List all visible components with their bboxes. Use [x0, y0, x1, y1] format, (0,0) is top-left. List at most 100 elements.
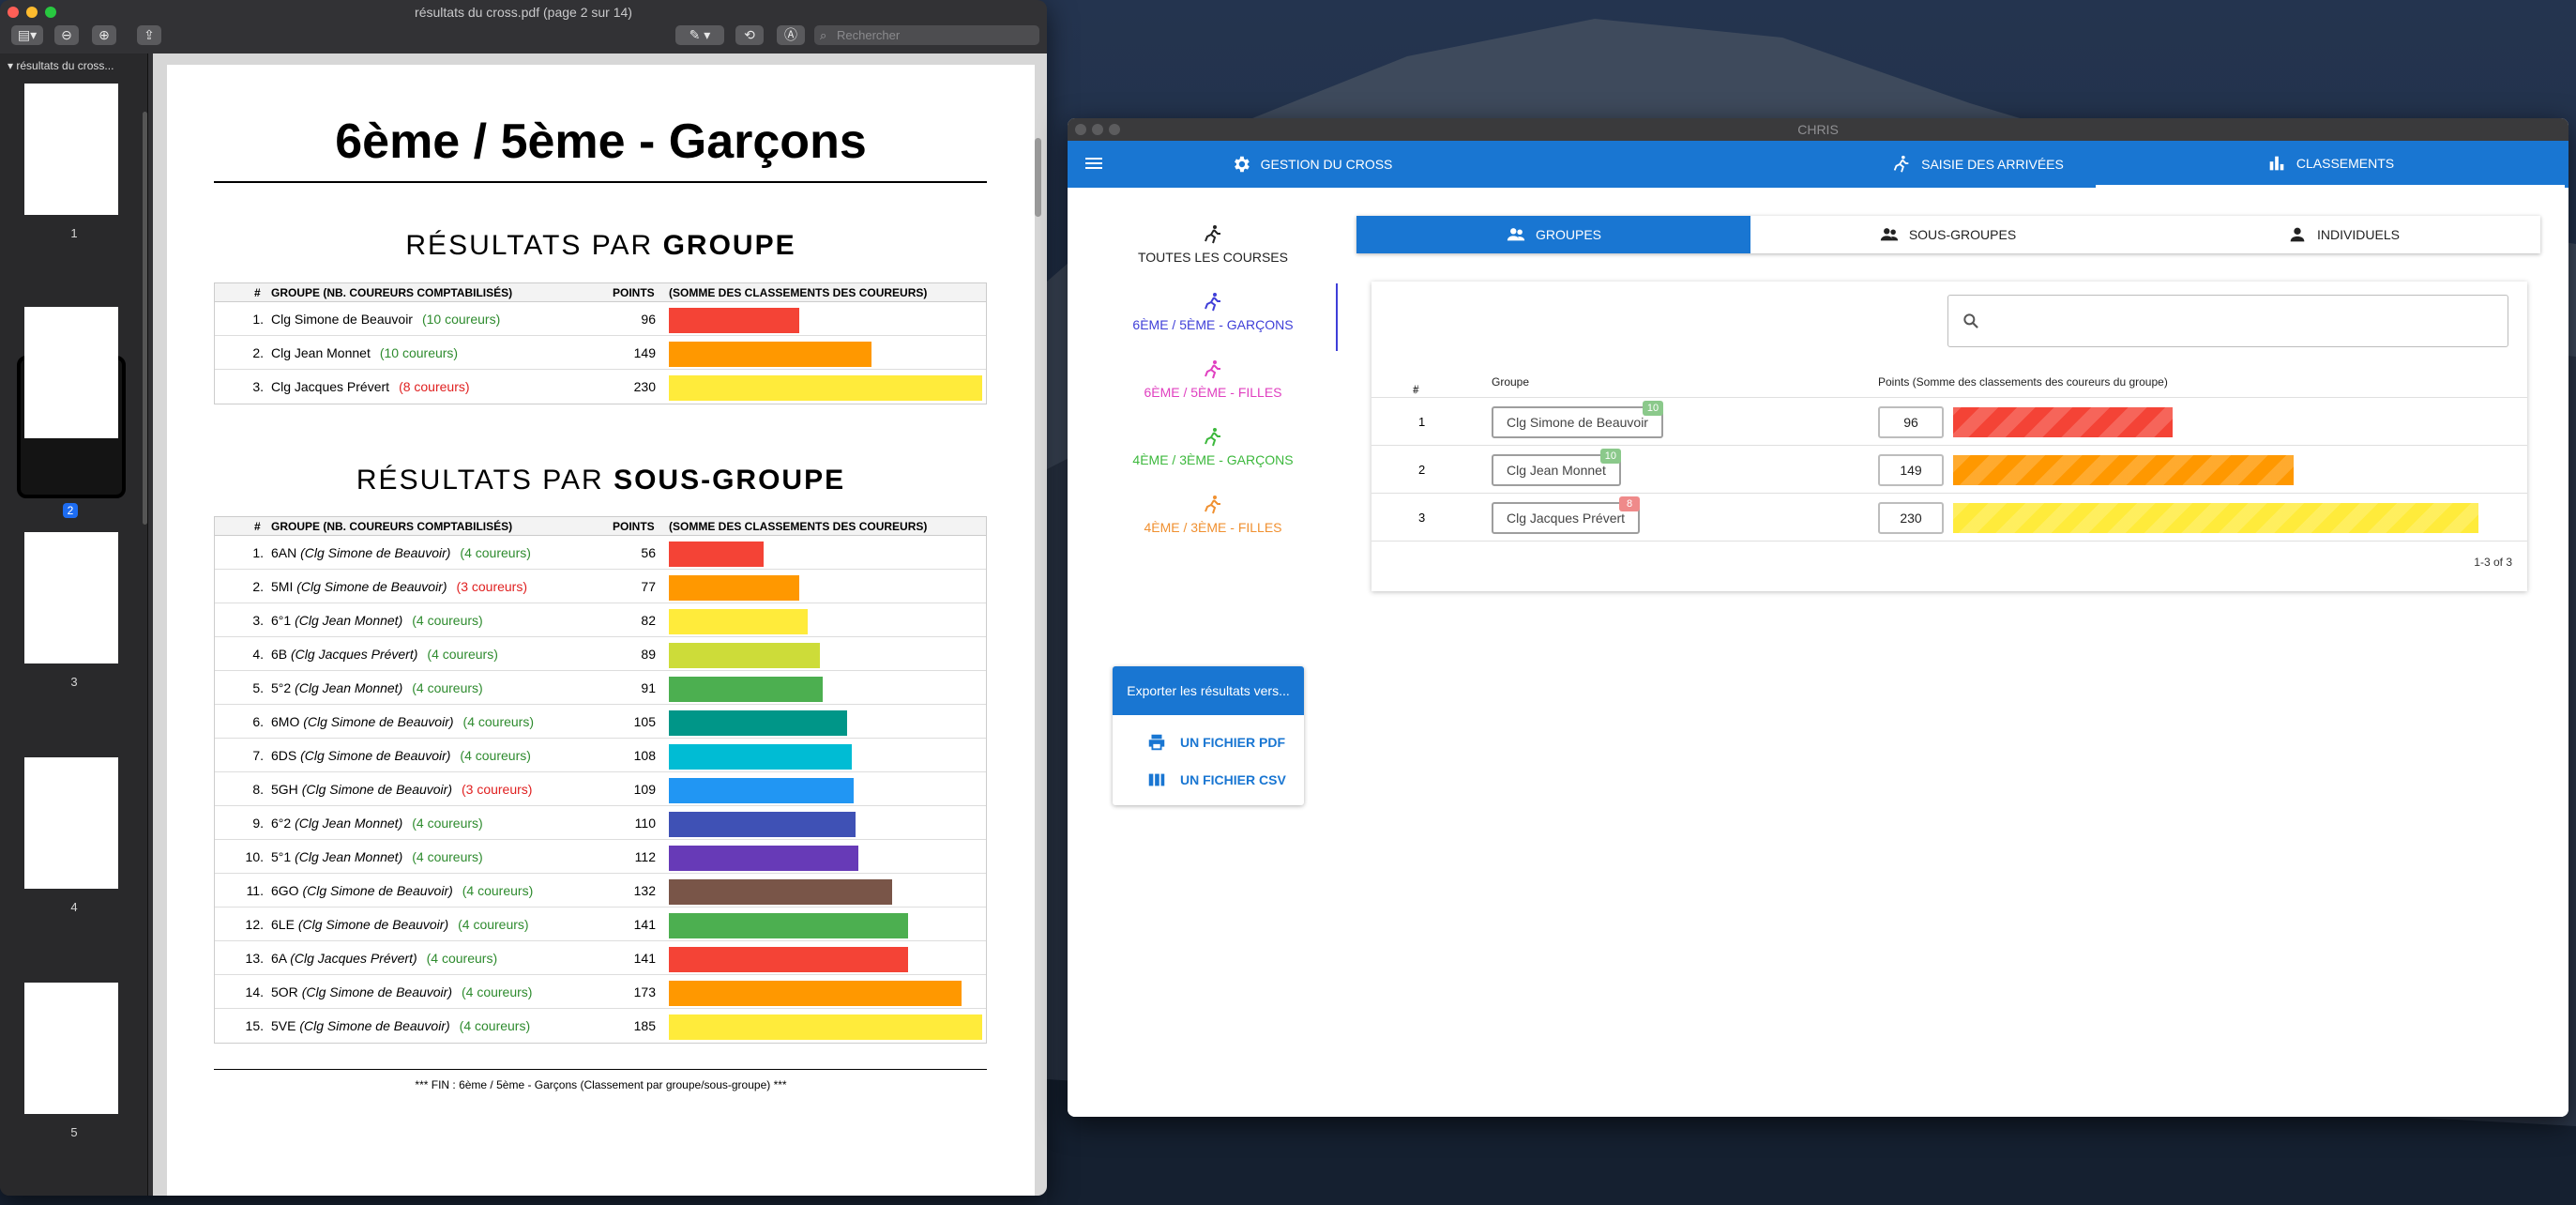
rank: 1: [1418, 415, 1426, 429]
subtab-label: INDIVIDUELS: [2317, 227, 2400, 242]
subtab-groupes[interactable]: GROUPES: [1356, 216, 1750, 253]
table-row: 11. 6GO (Clg Simone de Beauvoir) (4 coureu…: [215, 874, 986, 908]
share-button[interactable]: ⇪: [137, 25, 161, 45]
col-points[interactable]: Points (Somme des classements des coureu…: [1878, 375, 2168, 389]
export-panel: Exporter les résultats vers... UN FICHIE…: [1113, 666, 1304, 805]
tab-classements[interactable]: CLASSEMENTS: [2096, 141, 2565, 188]
zoom-in-button[interactable]: ⊕: [92, 25, 116, 45]
subtab-individuels[interactable]: INDIVIDUELS: [2146, 216, 2540, 253]
tab-label: CLASSEMENTS: [2296, 155, 2395, 171]
document-scrollbar[interactable]: [1035, 138, 1041, 217]
sous-groupe-results-table: # GROUPE (NB. COUREURS COMPTABILISÉS) PO…: [214, 516, 987, 1044]
annotate-icon: Ⓐ: [784, 27, 797, 42]
table-header: # GROUPE (NB. COUREURS COMPTABILISÉS) PO…: [215, 517, 986, 536]
group-name: 5GH (Clg Simone de Beauvoir) (3 coureurs): [271, 782, 532, 797]
menu-icon[interactable]: [1084, 154, 1103, 173]
sous-groupe-code: 6DS: [271, 748, 297, 763]
page-number-4: 4: [70, 900, 78, 914]
points-bar: [669, 947, 908, 972]
group-name: Clg Jean Monnet: [1507, 463, 1606, 478]
sidebar-scrollbar[interactable]: [143, 112, 147, 525]
runner-count: (10 coureurs): [379, 345, 459, 360]
sort-arrow-up-icon: ↑: [1413, 383, 1418, 396]
group-chip[interactable]: Clg Jacques Prévert 8: [1492, 496, 1641, 534]
race-item[interactable]: 6ÈME / 5ÈME - FILLES: [1096, 358, 1330, 400]
race-item[interactable]: 6ÈME / 5ÈME - GARÇONS: [1096, 291, 1330, 332]
sidebar-toggle-button[interactable]: ▤▾: [11, 25, 43, 45]
race-item[interactable]: 4ÈME / 3ÈME - GARÇONS: [1096, 426, 1330, 467]
rank: 13.: [245, 951, 264, 966]
export-pdf-button[interactable]: UN FICHIER PDF: [1113, 728, 1304, 756]
title-divider: [214, 181, 987, 183]
close-window-button[interactable]: [1075, 124, 1086, 135]
runner-icon: [1205, 225, 1220, 244]
page-thumbnail-1[interactable]: [24, 84, 118, 215]
rotate-button[interactable]: ⟲: [735, 25, 764, 45]
annotate-button[interactable]: Ⓐ: [777, 25, 805, 45]
page-thumbnail-3[interactable]: [24, 532, 118, 664]
tab-label: SAISIE DES ARRIVÉES: [1921, 157, 2064, 172]
group-chip[interactable]: Clg Simone de Beauvoir 10: [1492, 401, 1663, 438]
search-input[interactable]: ⌕ Rechercher: [814, 25, 1039, 45]
col-num: #: [254, 520, 261, 533]
zoom-window-button[interactable]: [1109, 124, 1120, 135]
group-name: 6DS (Clg Simone de Beauvoir) (4 coureurs): [271, 748, 531, 763]
points-value: 149: [1878, 454, 1944, 486]
race-label: 6ÈME / 5ÈME - FILLES: [1144, 385, 1282, 400]
race-item[interactable]: 4ÈME / 3ÈME - FILLES: [1096, 494, 1330, 535]
col-groupe[interactable]: Groupe: [1492, 375, 1529, 389]
points-value: 89: [641, 647, 656, 662]
pdf-page: 6ème / 5ème - Garçons RÉSULTATS PAR GROU…: [167, 65, 1035, 1196]
points-value: 109: [633, 782, 656, 797]
page-thumbnail-5[interactable]: [24, 983, 118, 1114]
zoom-out-button[interactable]: ⊖: [54, 25, 79, 45]
results-subtabs: GROUPES SOUS-GROUPES INDIVIDUELS: [1356, 216, 2540, 253]
group-name: 5°1 (Clg Jean Monnet) (4 coureurs): [271, 849, 483, 864]
tab-gestion-du-cross[interactable]: GESTION DU CROSS: [1133, 141, 1490, 188]
app-content: TOUTES LES COURSES 6ÈME / 5ÈME - GARÇONS 6…: [1068, 188, 2568, 1117]
points-bar: [669, 1014, 982, 1040]
preview-toolbar: ▤▾ ⊖ ⊕ ⇪ ✎ ▾ ⟲ Ⓐ ⌕ Rechercher: [0, 23, 1047, 51]
group-name: Clg Simone de Beauvoir (10 coureurs): [271, 312, 500, 327]
race-label: 4ÈME / 3ÈME - FILLES: [1144, 520, 1282, 535]
table-row: 3. Clg Jacques Prévert (8 coureurs) 230: [215, 370, 986, 404]
group-name: Clg Jean Monnet (10 coureurs): [271, 345, 458, 360]
table-row: 5. 5°2 (Clg Jean Monnet) (4 coureurs) 91: [215, 671, 986, 705]
points-bar: [1953, 455, 2294, 485]
group-name: 6°2 (Clg Jean Monnet) (4 coureurs): [271, 816, 483, 831]
group-icon: [1507, 228, 1525, 241]
race-item[interactable]: TOUTES LES COURSES: [1096, 223, 1330, 265]
points-bar: [669, 342, 872, 367]
subtab-sous-groupes[interactable]: SOUS-GROUPES: [1750, 216, 2144, 253]
minimize-window-button[interactable]: [1092, 124, 1103, 135]
race-label: TOUTES LES COURSES: [1137, 250, 1288, 265]
points-bar: [669, 778, 854, 803]
rank: 3: [1418, 511, 1426, 525]
col-groupe: GROUPE (NB. COUREURS COMPTABILISÉS): [271, 520, 513, 533]
markup-button[interactable]: ✎ ▾: [675, 25, 724, 45]
app-bar: GESTION DU CROSS SAISIE DES ARRIVÉES CLA…: [1068, 141, 2568, 188]
runner-count-badge: 10: [1599, 449, 1621, 464]
rank: 2: [1418, 463, 1426, 477]
group-name: Clg Jacques Prévert (8 coureurs): [271, 379, 470, 394]
page-thumbnail-2[interactable]: [24, 307, 118, 438]
rank: 10.: [245, 849, 264, 864]
school-name: (Clg Simone de Beauvoir): [302, 883, 453, 898]
points-bar: [669, 677, 824, 702]
group-chip[interactable]: Clg Jean Monnet 10: [1492, 449, 1621, 486]
page-thumbnail-4[interactable]: [24, 757, 118, 889]
page-footer: *** FIN : 6ème / 5ème - Garçons (Classem…: [415, 1078, 787, 1091]
group-name: 6°1 (Clg Jean Monnet) (4 coureurs): [271, 613, 483, 628]
ranking-card: # ↑ Groupe Points (Somme des classements…: [1371, 282, 2527, 591]
person-icon: [2290, 227, 2305, 242]
col-groupe: GROUPE (NB. COUREURS COMPTABILISÉS): [271, 286, 513, 299]
sidebar-document-title[interactable]: ▾ résultats du cross...: [8, 59, 139, 72]
group-name: 5OR (Clg Simone de Beauvoir) (4 coureurs): [271, 984, 532, 999]
page-number-3: 3: [70, 675, 78, 689]
search-input[interactable]: [1947, 295, 2508, 347]
sous-groupe-code: 6°1: [271, 613, 292, 628]
points-value: 132: [633, 883, 656, 898]
group-name: 6AN (Clg Simone de Beauvoir) (4 coureurs): [271, 545, 531, 560]
table-row: 15. 5VE (Clg Simone de Beauvoir) (4 coureu…: [215, 1009, 986, 1043]
export-csv-button[interactable]: UN FICHIER CSV: [1113, 766, 1304, 794]
